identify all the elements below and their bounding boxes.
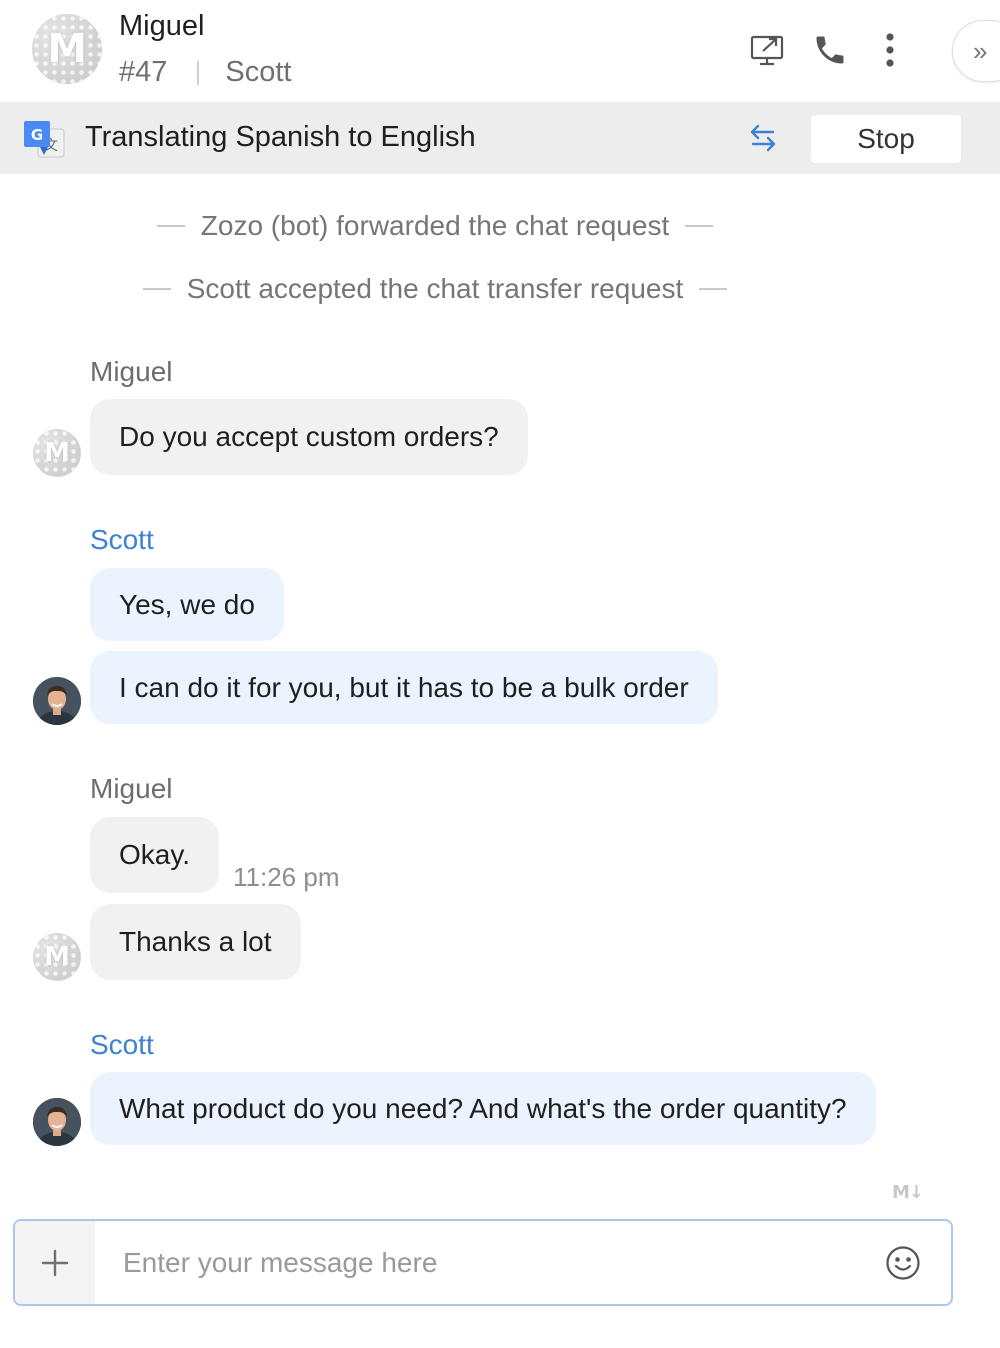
message-input[interactable] xyxy=(95,1221,875,1304)
system-message-text: Zozo (bot) forwarded the chat request xyxy=(200,210,670,241)
agent-message-bubble: I can do it for you, but it has to be a … xyxy=(90,651,718,724)
message-sender-name: Scott xyxy=(90,524,154,555)
ticket-number: #47 xyxy=(119,56,168,88)
expand-panel-icon[interactable]: » xyxy=(952,20,1000,82)
phone-icon[interactable] xyxy=(810,30,850,70)
divider-line xyxy=(142,288,171,290)
translation-bar: 文 G Translating Spanish to English Stop xyxy=(0,102,1000,174)
avatar-initial: M xyxy=(44,438,70,468)
chat-header: M Miguel #47 Scott » xyxy=(0,0,1000,102)
system-message: Scott accepted the chat transfer request xyxy=(0,273,870,305)
system-message: Zozo (bot) forwarded the chat request xyxy=(0,210,870,242)
customer-avatar: M xyxy=(33,933,81,981)
message-sender-name: Scott xyxy=(90,1029,154,1060)
customer-avatar: M xyxy=(33,429,81,477)
customer-message-bubble: Thanks a lot xyxy=(90,904,301,980)
chat-meta: #47 Scott xyxy=(119,56,291,89)
agent-message-bubble: Yes, we do xyxy=(90,568,284,641)
message-sender-name: Miguel xyxy=(90,773,173,804)
contact-avatar: M xyxy=(32,14,102,84)
contact-name: Miguel xyxy=(119,10,205,42)
message-composer xyxy=(13,1219,953,1306)
divider-line xyxy=(156,225,185,227)
screen-share-icon[interactable] xyxy=(748,30,788,70)
markdown-icon[interactable]: M↓ xyxy=(892,1182,924,1203)
stop-translation-button[interactable]: Stop xyxy=(811,115,961,163)
divider-line xyxy=(685,225,714,227)
customer-message-bubble: Okay. xyxy=(90,817,220,893)
google-translate-icon: 文 G xyxy=(24,119,66,161)
agent-avatar xyxy=(33,1098,81,1146)
message-timestamp: 11:26 pm xyxy=(233,862,340,892)
customer-message-bubble: Do you accept custom orders? xyxy=(90,399,528,475)
agent-message-bubble: What product do you need? And what's the… xyxy=(90,1072,876,1145)
agent-avatar xyxy=(33,677,81,725)
divider-line xyxy=(699,288,728,290)
more-vertical-icon[interactable] xyxy=(870,30,910,70)
assigned-agent: Scott xyxy=(225,56,292,88)
swap-languages-icon[interactable] xyxy=(745,120,781,156)
message-sender-name: Miguel xyxy=(90,356,173,387)
avatar-initial: M xyxy=(47,26,87,72)
translation-status: Translating Spanish to English xyxy=(85,121,476,153)
meta-divider xyxy=(197,60,200,85)
avatar-initial: M xyxy=(44,942,70,972)
emoji-icon[interactable] xyxy=(885,1245,921,1281)
collapse-label: » xyxy=(973,35,988,66)
svg-text:G: G xyxy=(31,126,43,144)
system-message-text: Scott accepted the chat transfer request xyxy=(186,273,684,304)
plus-icon[interactable] xyxy=(15,1221,95,1304)
